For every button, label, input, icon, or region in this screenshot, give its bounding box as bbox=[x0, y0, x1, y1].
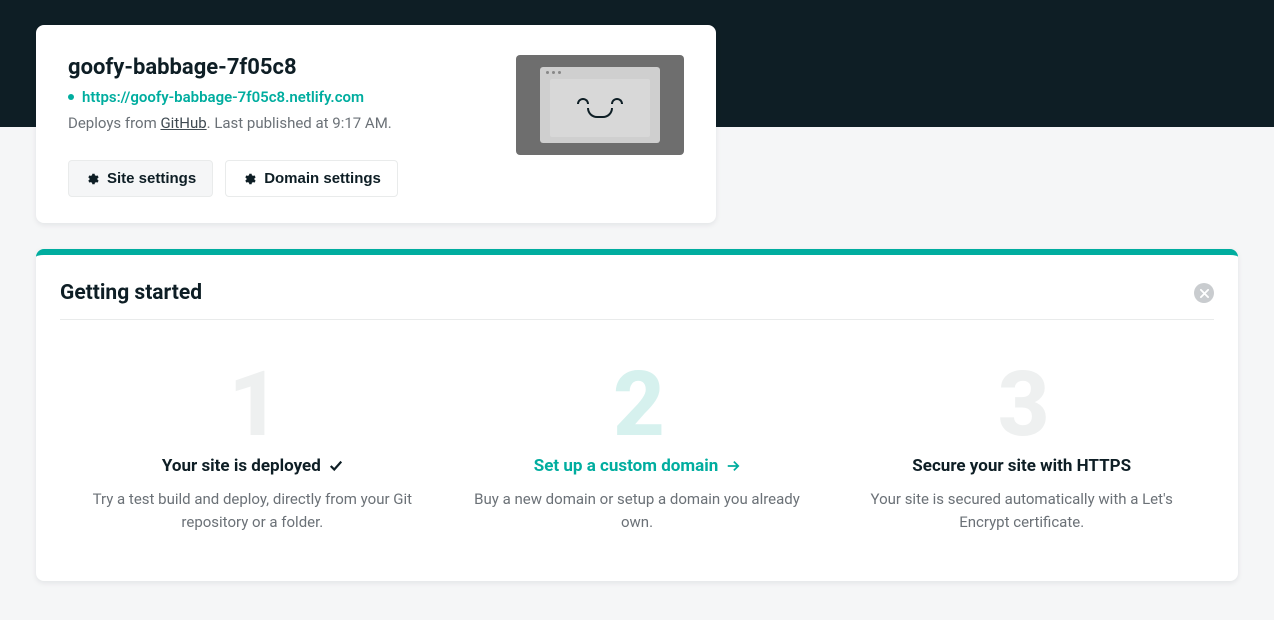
close-icon bbox=[1200, 289, 1209, 298]
step-number: 1 bbox=[84, 360, 421, 450]
deploy-meta: Deploys from GitHub. Last published at 9… bbox=[68, 114, 496, 132]
step-number: 3 bbox=[853, 360, 1190, 450]
step-1-heading: Your site is deployed bbox=[162, 456, 343, 476]
step-2-heading-link[interactable]: Set up a custom domain bbox=[534, 456, 740, 476]
step-1-heading-text: Your site is deployed bbox=[162, 456, 321, 476]
gear-icon bbox=[85, 172, 99, 186]
deploy-prefix: Deploys from bbox=[68, 114, 160, 132]
deploy-suffix: . Last published at 9:17 AM. bbox=[207, 114, 392, 132]
arrow-right-icon bbox=[726, 459, 740, 473]
step-1-desc: Try a test build and deploy, directly fr… bbox=[84, 488, 421, 533]
step-1: 1 Your site is deployed Try a test build… bbox=[60, 360, 445, 533]
step-3-heading-text: Secure your site with HTTPS bbox=[912, 456, 1131, 476]
getting-started-title: Getting started bbox=[60, 281, 202, 305]
deploy-source-link[interactable]: GitHub bbox=[160, 114, 206, 132]
step-3: 3 Secure your site with HTTPS Your site … bbox=[829, 360, 1214, 533]
step-3-heading: Secure your site with HTTPS bbox=[912, 456, 1131, 476]
domain-settings-button[interactable]: Domain settings bbox=[225, 160, 398, 197]
site-overview-card: goofy-babbage-7f05c8 https://goofy-babba… bbox=[36, 25, 716, 223]
browser-frame-icon bbox=[540, 67, 660, 143]
site-settings-label: Site settings bbox=[107, 170, 196, 187]
domain-settings-label: Domain settings bbox=[264, 170, 381, 187]
site-url-link[interactable]: https://goofy-babbage-7f05c8.netlify.com bbox=[82, 88, 364, 106]
step-number: 2 bbox=[469, 360, 806, 450]
status-dot-icon bbox=[68, 94, 74, 100]
gear-icon bbox=[242, 172, 256, 186]
step-2: 2 Set up a custom domain Buy a new domai… bbox=[445, 360, 830, 533]
close-button[interactable] bbox=[1194, 283, 1214, 303]
site-thumbnail bbox=[516, 55, 684, 155]
site-title: goofy-babbage-7f05c8 bbox=[68, 55, 496, 80]
step-3-desc: Your site is secured automatically with … bbox=[853, 488, 1190, 533]
step-2-heading-text: Set up a custom domain bbox=[534, 456, 718, 476]
step-2-desc: Buy a new domain or setup a domain you a… bbox=[469, 488, 806, 533]
site-settings-button[interactable]: Site settings bbox=[68, 160, 213, 197]
getting-started-card: Getting started 1 Your site is deployed … bbox=[36, 249, 1238, 581]
check-icon bbox=[329, 459, 343, 473]
